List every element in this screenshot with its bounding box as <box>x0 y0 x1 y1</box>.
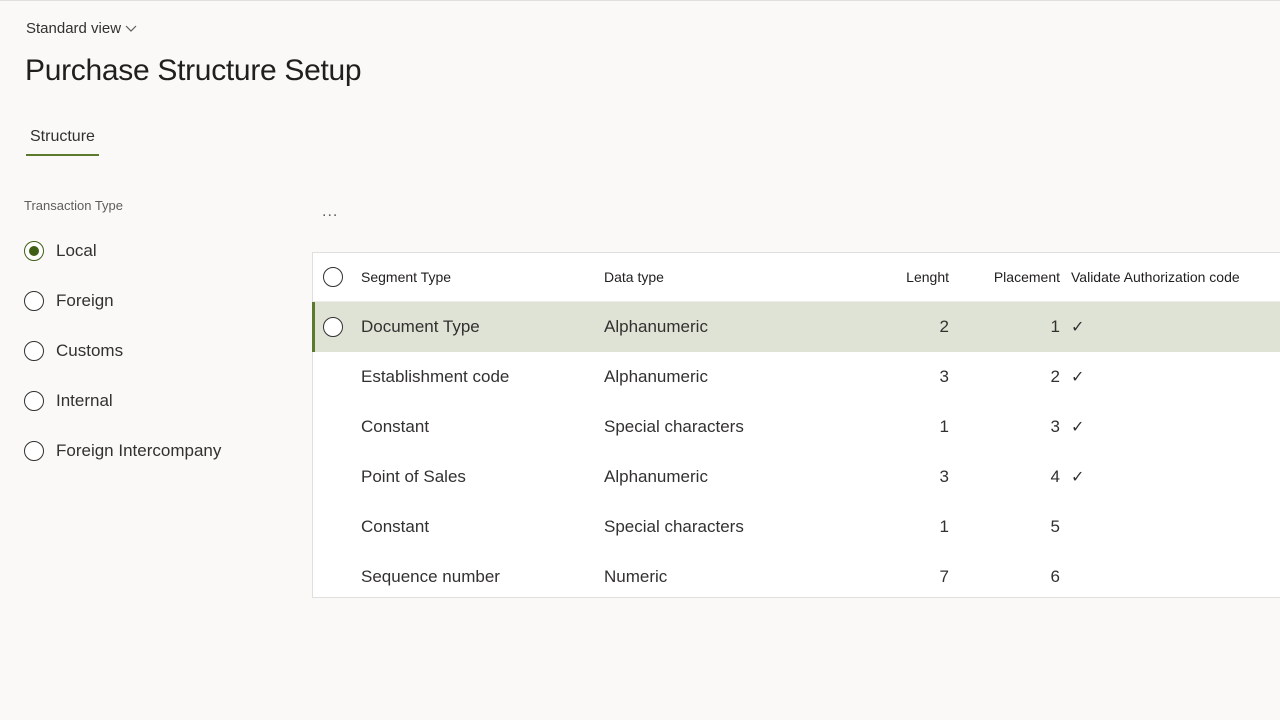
placement-cell[interactable]: 1 <box>973 317 1060 337</box>
placement-cell[interactable]: 2 <box>973 367 1060 387</box>
row-select-cell[interactable] <box>323 317 345 337</box>
transaction-type-label: Transaction Type <box>24 198 123 213</box>
top-divider <box>0 0 1280 1</box>
table-row[interactable]: Constant Special characters 1 5 <box>313 502 1280 552</box>
length-cell[interactable]: 1 <box>853 417 949 437</box>
radio-label: Internal <box>56 391 113 410</box>
length-cell[interactable]: 1 <box>853 517 949 537</box>
column-header-placement[interactable]: Placement <box>973 269 1060 285</box>
data-type-cell[interactable]: Numeric <box>604 567 667 587</box>
column-header-length[interactable]: Lenght <box>853 269 949 285</box>
radio-button[interactable] <box>24 291 44 311</box>
radio-label: Local <box>56 241 97 260</box>
validate-checkmark-icon[interactable]: ✓ <box>1071 367 1084 387</box>
radio-button[interactable] <box>24 441 44 461</box>
data-type-cell[interactable]: Alphanumeric <box>604 317 708 337</box>
radio-button-checked[interactable] <box>24 241 44 261</box>
radio-label: Foreign Intercompany <box>56 441 222 460</box>
validate-checkmark-icon[interactable]: ✓ <box>1071 467 1084 487</box>
radio-button[interactable] <box>24 391 44 411</box>
table-row[interactable]: Constant Special characters 1 3 ✓ <box>313 402 1280 452</box>
table-row[interactable]: Point of Sales Alphanumeric 3 4 ✓ <box>313 452 1280 502</box>
radio-option-foreign-intercompany[interactable]: Foreign Intercompany <box>24 426 221 476</box>
segment-grid: Segment Type Data type Lenght Placement … <box>312 252 1280 598</box>
radio-option-customs[interactable]: Customs <box>24 326 221 376</box>
placement-cell[interactable]: 6 <box>973 567 1060 587</box>
radio-option-foreign[interactable]: Foreign <box>24 276 221 326</box>
select-all-radio[interactable] <box>323 267 343 287</box>
radio-label: Customs <box>56 341 124 360</box>
data-type-cell[interactable]: Alphanumeric <box>604 367 708 387</box>
table-row[interactable]: Sequence number Numeric 7 6 <box>313 552 1280 602</box>
table-row[interactable]: Establishment code Alphanumeric 3 2 ✓ <box>313 352 1280 402</box>
page-title: Purchase Structure Setup <box>25 54 362 87</box>
grid-header: Segment Type Data type Lenght Placement … <box>313 253 1280 302</box>
segment-type-cell[interactable]: Establishment code <box>361 367 509 387</box>
length-cell[interactable]: 3 <box>853 367 949 387</box>
column-header-validate-authorization-code[interactable]: Validate Authorization code <box>1071 269 1240 285</box>
row-select-radio[interactable] <box>323 317 343 337</box>
tab-structure[interactable]: Structure <box>26 128 99 156</box>
segment-type-cell[interactable]: Constant <box>361 517 429 537</box>
radio-option-local[interactable]: Local <box>24 226 221 276</box>
column-header-segment-type[interactable]: Segment Type <box>361 269 451 285</box>
length-cell[interactable]: 3 <box>853 467 949 487</box>
radio-option-internal[interactable]: Internal <box>24 376 221 426</box>
segment-type-cell[interactable]: Constant <box>361 417 429 437</box>
view-label: Standard view <box>26 20 122 37</box>
radio-label: Foreign <box>56 291 114 310</box>
view-selector[interactable]: Standard view <box>26 20 137 37</box>
segment-type-cell[interactable]: Sequence number <box>361 567 500 587</box>
more-options-button[interactable]: ... <box>322 203 338 221</box>
placement-cell[interactable]: 5 <box>973 517 1060 537</box>
length-cell[interactable]: 7 <box>853 567 949 587</box>
radio-button[interactable] <box>24 341 44 361</box>
table-row[interactable]: Document Type Alphanumeric 2 1 ✓ <box>312 302 1280 352</box>
placement-cell[interactable]: 3 <box>973 417 1060 437</box>
segment-type-cell[interactable]: Point of Sales <box>361 467 466 487</box>
column-header-data-type[interactable]: Data type <box>604 269 664 285</box>
length-cell[interactable]: 2 <box>853 317 949 337</box>
segment-type-cell[interactable]: Document Type <box>361 317 480 337</box>
chevron-down-icon <box>125 22 137 36</box>
validate-checkmark-icon[interactable]: ✓ <box>1071 417 1084 437</box>
placement-cell[interactable]: 4 <box>973 467 1060 487</box>
validate-checkmark-icon[interactable]: ✓ <box>1071 317 1084 337</box>
data-type-cell[interactable]: Alphanumeric <box>604 467 708 487</box>
data-type-cell[interactable]: Special characters <box>604 517 744 537</box>
data-type-cell[interactable]: Special characters <box>604 417 744 437</box>
select-all-cell[interactable] <box>323 267 345 287</box>
transaction-type-radio-group: Local Foreign Customs Internal Foreign I… <box>24 233 221 476</box>
